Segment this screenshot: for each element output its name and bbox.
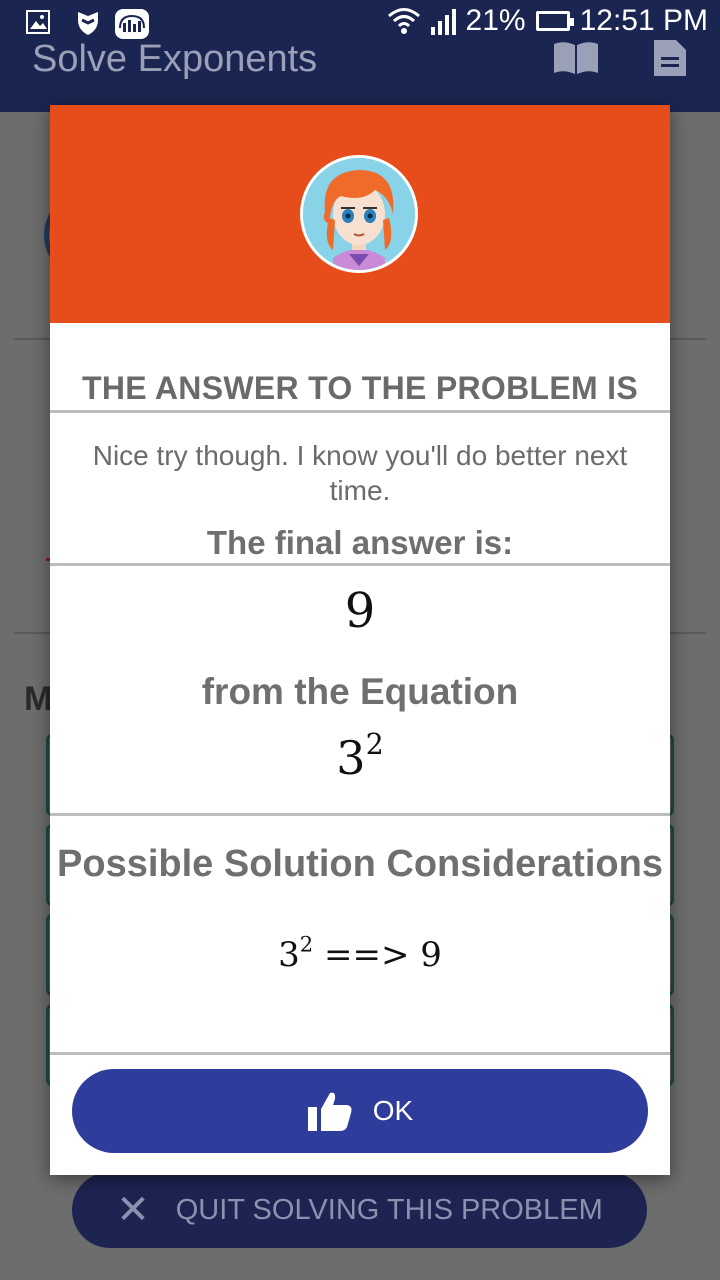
divider bbox=[50, 1052, 670, 1055]
equation-exponent: 2 bbox=[365, 728, 384, 762]
consideration-result: 9 bbox=[420, 935, 442, 975]
status-indicators: 21% 12:51 PM bbox=[387, 4, 708, 38]
audio-icon bbox=[115, 9, 149, 39]
wifi-icon bbox=[387, 8, 420, 34]
shield-icon bbox=[78, 12, 98, 35]
equation-base: 3 bbox=[336, 731, 366, 785]
battery-percent: 21% bbox=[465, 4, 526, 37]
ok-button[interactable]: OK bbox=[72, 1069, 648, 1153]
ok-button-label: OK bbox=[372, 1095, 414, 1126]
final-answer-label: The final answer is: bbox=[206, 524, 514, 561]
consideration-base: 3 bbox=[278, 935, 300, 975]
feedback-message: Nice try though. I know you'll do better… bbox=[92, 440, 628, 506]
clock: 12:51 PM bbox=[579, 4, 708, 37]
close-icon: ✕ bbox=[116, 1188, 150, 1232]
dialog-header bbox=[50, 105, 670, 323]
book-icon[interactable] bbox=[552, 40, 600, 76]
divider bbox=[50, 813, 670, 816]
from-equation-label: from the Equation bbox=[201, 671, 519, 712]
consideration-equation: 32 ==> 9 bbox=[50, 933, 670, 975]
document-icon[interactable] bbox=[652, 38, 688, 78]
equation: 32 bbox=[50, 728, 670, 785]
thumbs-up-icon bbox=[307, 1092, 352, 1131]
final-answer-value: 9 bbox=[344, 583, 376, 639]
signal-icon bbox=[430, 7, 456, 35]
battery-icon bbox=[535, 11, 574, 31]
consideration-exponent: 2 bbox=[299, 931, 314, 957]
avatar bbox=[300, 155, 418, 273]
background-section-label: M bbox=[24, 680, 53, 718]
tutor-avatar-icon bbox=[303, 158, 415, 270]
dialog-heading: THE ANSWER TO THE PROBLEM IS bbox=[82, 370, 638, 406]
answer-dialog: THE ANSWER TO THE PROBLEM IS Nice try th… bbox=[50, 105, 670, 1175]
divider bbox=[50, 563, 670, 566]
quit-button-label: QUIT SOLVING THIS PROBLEM bbox=[175, 1193, 603, 1226]
consideration-arrow: ==> bbox=[323, 935, 410, 975]
image-icon bbox=[26, 10, 50, 34]
divider bbox=[50, 410, 670, 413]
quit-solving-button[interactable]: ✕ QUIT SOLVING THIS PROBLEM bbox=[72, 1172, 647, 1248]
app-title: Solve Exponents bbox=[32, 38, 318, 80]
considerations-title: Possible Solution Considerations bbox=[57, 843, 663, 885]
